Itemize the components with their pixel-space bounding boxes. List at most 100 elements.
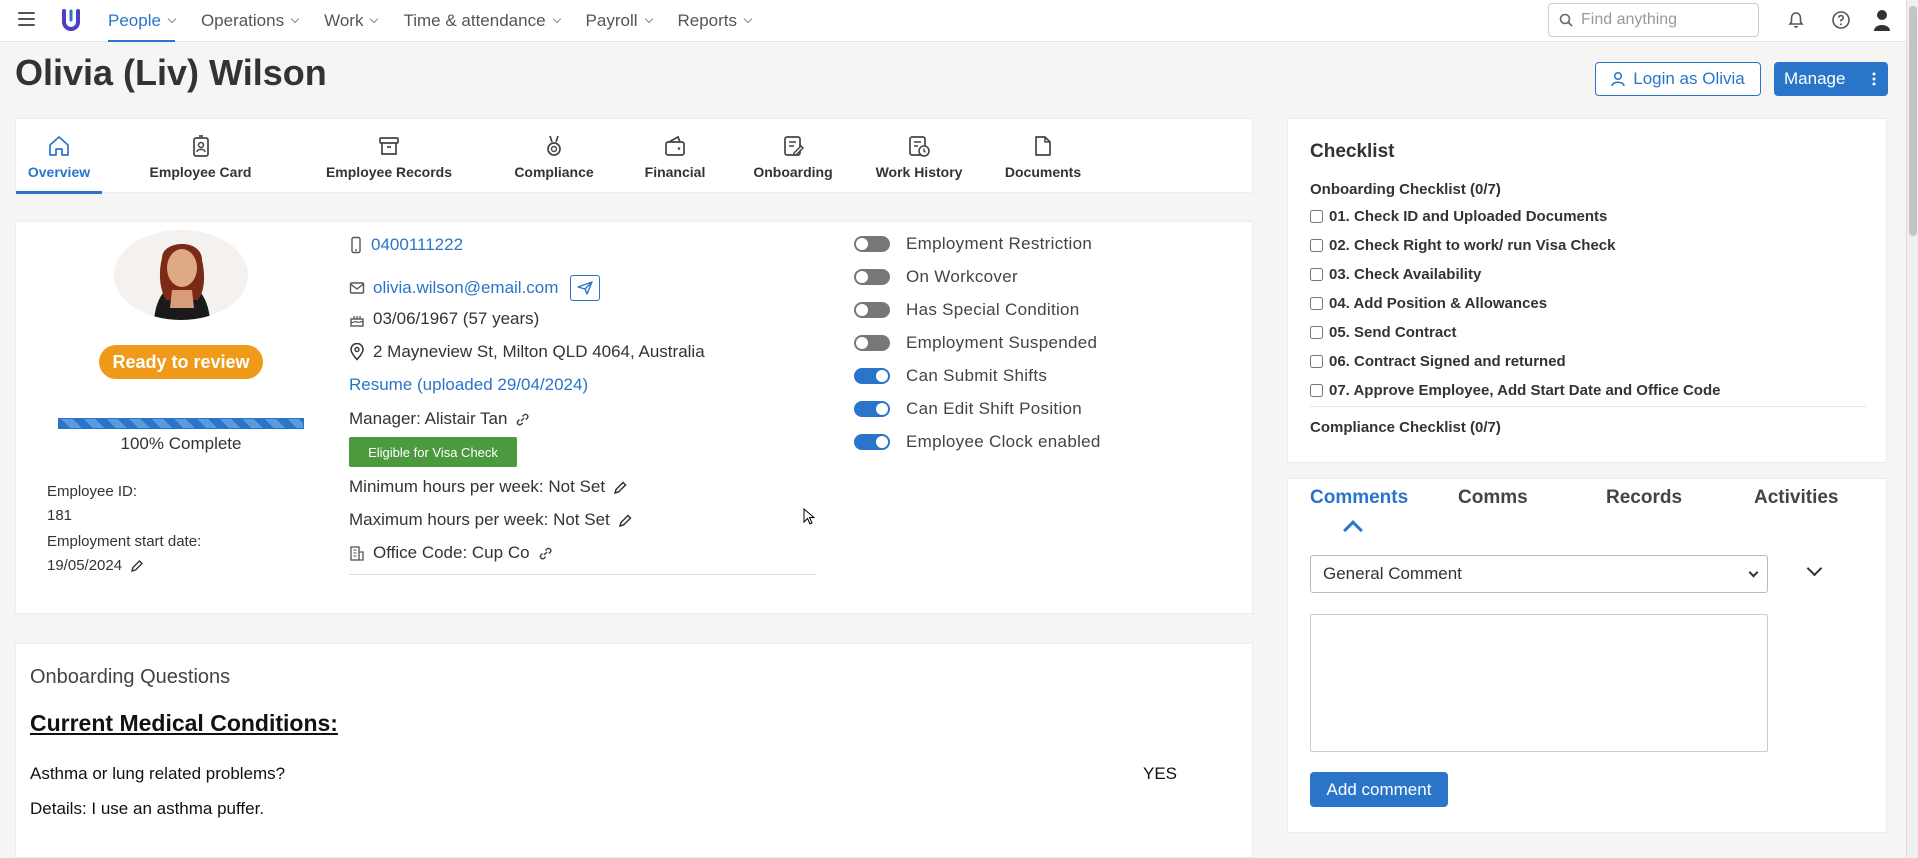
edit-pencil-icon[interactable]	[618, 513, 633, 528]
tab-label: Employee Card	[149, 163, 252, 180]
divider	[349, 574, 816, 575]
help-icon[interactable]	[1831, 10, 1851, 30]
edit-pencil-icon[interactable]	[613, 480, 628, 495]
email-link[interactable]: olivia.wilson@email.com	[373, 278, 558, 298]
tab-onboarding[interactable]: Onboarding	[741, 119, 845, 194]
checklist-item[interactable]: 01. Check ID and Uploaded Documents	[1310, 208, 1607, 225]
tab-documents[interactable]: Documents	[993, 119, 1093, 194]
manage-button[interactable]: Manage	[1774, 62, 1888, 96]
chevron-down-icon	[552, 14, 561, 24]
checklist-item-label: 07. Approve Employee, Add Start Date and…	[1329, 382, 1721, 399]
checklist-title: Checklist	[1310, 141, 1395, 162]
menu-icon[interactable]	[18, 12, 35, 26]
toggle-edit-shift-position[interactable]: Can Edit Shift Position	[854, 399, 1082, 419]
chevron-down-icon	[644, 14, 653, 24]
location-pin-icon	[350, 343, 364, 361]
toggle-on-workcover[interactable]: On Workcover	[854, 267, 1018, 287]
app-logo[interactable]	[61, 8, 81, 32]
checklist-item[interactable]: 05. Send Contract	[1310, 324, 1457, 341]
tab-label: Overview	[27, 163, 91, 180]
send-email-button[interactable]	[570, 275, 601, 301]
nav-reports[interactable]: Reports	[678, 0, 753, 42]
toggle-clock-enabled[interactable]: Employee Clock enabled	[854, 432, 1101, 452]
bell-icon[interactable]	[1786, 10, 1806, 30]
nav-people[interactable]: People	[108, 0, 177, 42]
tab-financial[interactable]: Financial	[629, 119, 721, 194]
link-edit-icon[interactable]	[515, 412, 530, 427]
toggle-label: Employment Suspended	[906, 333, 1098, 352]
tab-comments[interactable]: Comments	[1310, 487, 1408, 509]
toggle-switch[interactable]	[854, 302, 890, 318]
nav-time-attendance[interactable]: Time & attendance	[403, 0, 561, 42]
checklist-item[interactable]: 07. Approve Employee, Add Start Date and…	[1310, 382, 1720, 399]
address-value: 2 Mayneview St, Milton QLD 4064, Austral…	[373, 342, 705, 361]
nav-payroll[interactable]: Payroll	[586, 0, 653, 42]
onboarding-checklist-title[interactable]: Onboarding Checklist (0/7)	[1310, 181, 1501, 198]
tab-overview[interactable]: Overview	[16, 119, 102, 194]
toggle-special-condition[interactable]: Has Special Condition	[854, 300, 1080, 320]
question-text: Asthma or lung related problems?	[30, 764, 286, 783]
link-edit-icon[interactable]	[538, 546, 553, 561]
checklist-item-label: 01. Check ID and Uploaded Documents	[1329, 208, 1608, 225]
toggle-switch[interactable]	[854, 269, 890, 285]
toggle-switch[interactable]	[854, 368, 890, 384]
user-avatar-icon[interactable]	[1873, 8, 1891, 32]
toggle-switch[interactable]	[854, 335, 890, 351]
employee-photo	[114, 230, 248, 320]
page-scrollbar[interactable]	[1906, 0, 1918, 858]
checklist-card: Checklist Onboarding Checklist (0/7) 01.…	[1287, 118, 1887, 463]
toggle-switch[interactable]	[854, 401, 890, 417]
address-row: 2 Mayneview St, Milton QLD 4064, Austral…	[349, 342, 705, 362]
checklist-checkbox[interactable]	[1310, 355, 1323, 368]
toggle-employment-restriction[interactable]: Employment Restriction	[854, 234, 1092, 254]
checklist-item[interactable]: 06. Contract Signed and returned	[1310, 353, 1566, 370]
checklist-checkbox[interactable]	[1310, 210, 1323, 223]
checklist-checkbox[interactable]	[1310, 268, 1323, 281]
toggle-label: Can Submit Shifts	[906, 366, 1048, 385]
nav-label: People	[108, 11, 161, 30]
nav-work[interactable]: Work	[324, 0, 379, 42]
tab-employee-records[interactable]: Employee Records	[299, 119, 479, 194]
search-input[interactable]	[1581, 11, 1751, 29]
chevron-up-icon[interactable]	[1343, 520, 1363, 540]
scrollbar-thumb[interactable]	[1909, 6, 1917, 236]
checklist-item[interactable]: 04. Add Position & Allowances	[1310, 295, 1547, 312]
tab-work-history[interactable]: Work History	[865, 119, 973, 194]
tab-compliance[interactable]: Compliance	[499, 119, 609, 194]
search-box[interactable]	[1548, 3, 1759, 37]
toggle-switch[interactable]	[854, 434, 890, 450]
checklist-checkbox[interactable]	[1310, 297, 1323, 310]
comment-textarea[interactable]	[1310, 614, 1768, 752]
toggle-submit-shifts[interactable]: Can Submit Shifts	[854, 366, 1047, 386]
edit-pencil-icon[interactable]	[130, 559, 144, 573]
checklist-checkbox[interactable]	[1310, 384, 1323, 397]
onboarding-title: Onboarding Questions	[30, 666, 231, 688]
resume-link[interactable]: Resume (uploaded 29/04/2024)	[349, 375, 588, 395]
tab-activities[interactable]: Activities	[1754, 487, 1838, 509]
toggle-employment-suspended[interactable]: Employment Suspended	[854, 333, 1097, 353]
start-date-value: 19/05/2024	[47, 557, 144, 574]
checklist-item-label: 06. Contract Signed and returned	[1329, 353, 1566, 370]
expand-chevron-icon[interactable]	[1806, 560, 1823, 577]
comment-type-select[interactable]: General Comment	[1310, 555, 1768, 593]
checklist-item[interactable]: 02. Check Right to work/ run Visa Check	[1310, 237, 1615, 254]
mail-icon	[349, 282, 365, 294]
tab-employee-card[interactable]: Employee Card	[122, 119, 279, 194]
add-comment-button[interactable]: Add comment	[1310, 772, 1448, 807]
toggle-switch[interactable]	[854, 236, 890, 252]
onboarding-questions-card: Onboarding Questions Current Medical Con…	[15, 643, 1253, 858]
login-as-button[interactable]: Login as Olivia	[1595, 62, 1761, 96]
checklist-item-label: 04. Add Position & Allowances	[1329, 295, 1548, 312]
checklist-checkbox[interactable]	[1310, 239, 1323, 252]
tab-records[interactable]: Records	[1606, 487, 1682, 509]
checklist-item-label: 03. Check Availability	[1329, 266, 1482, 283]
tab-comms[interactable]: Comms	[1458, 487, 1528, 509]
max-hours-value: Maximum hours per week: Not Set	[349, 510, 610, 529]
toggle-label: On Workcover	[906, 267, 1018, 286]
checklist-item[interactable]: 03. Check Availability	[1310, 266, 1481, 283]
phone-link[interactable]: 0400111222	[371, 235, 463, 255]
compliance-checklist-title[interactable]: Compliance Checklist (0/7)	[1310, 419, 1501, 436]
checklist-checkbox[interactable]	[1310, 326, 1323, 339]
manager-row: Manager: Alistair Tan	[349, 409, 530, 429]
nav-operations[interactable]: Operations	[201, 0, 300, 42]
